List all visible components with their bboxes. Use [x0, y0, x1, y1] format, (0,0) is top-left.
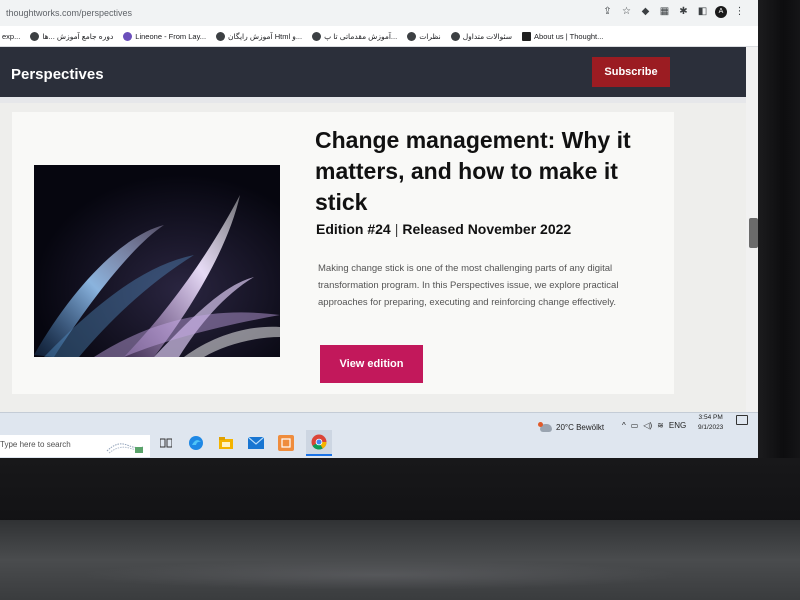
- weather-widget[interactable]: 20°C Bewölkt: [538, 421, 605, 432]
- site-title[interactable]: Perspectives: [11, 66, 104, 83]
- bookmark-item[interactable]: آموزش مقدماتی تا پ...: [312, 31, 398, 41]
- edge-browser-icon[interactable]: [186, 433, 206, 453]
- subscribe-button[interactable]: Subscribe: [592, 57, 670, 87]
- bookmark-label: آموزش مقدماتی تا پ...: [324, 31, 398, 41]
- language-indicator[interactable]: ENG: [669, 421, 686, 430]
- view-edition-button[interactable]: View edition: [320, 345, 423, 383]
- bookmark-label: Lineone - From Lay...: [135, 31, 207, 41]
- bookmark-label: آموزش رایگان Html و...: [228, 31, 303, 41]
- clock-date: 9/1/2023: [698, 424, 724, 431]
- edition-headline: Change management: Why it matters, and h…: [315, 127, 631, 215]
- weather-text: 20°C Bewölkt: [556, 423, 605, 432]
- bookmark-favicon-icon: [216, 31, 226, 41]
- edition-number: Edition #24: [316, 221, 391, 237]
- bookmark-favicon-icon: [450, 31, 460, 41]
- monitor-screen: thoughtworks.com/perspectives ⇪ ☆ ◆ ▦ ✱ …: [0, 0, 760, 458]
- bookmark-item[interactable]: سئوالات متداول: [450, 31, 513, 41]
- bookmark-label: نظرات: [419, 31, 441, 41]
- windows-taskbar: Type here to search 20°C Bewölkt ^ ▭ ◁) …: [0, 412, 760, 458]
- bookmark-favicon-icon: [407, 31, 417, 41]
- profile-avatar-icon[interactable]: A: [715, 5, 727, 18]
- hero-image: [34, 165, 280, 357]
- notification-icon[interactable]: [736, 415, 748, 425]
- system-tray: ^ ▭ ◁) ≋ ENG: [622, 421, 686, 430]
- site-header: Perspectives Subscribe: [0, 47, 746, 97]
- bookmark-item[interactable]: exp...: [2, 32, 20, 41]
- wifi-icon[interactable]: ≋: [657, 421, 664, 430]
- chevron-up-icon[interactable]: ^: [622, 421, 626, 430]
- cloud-weather-icon: [538, 421, 552, 432]
- app-launcher-icon[interactable]: [276, 433, 296, 453]
- edition-meta: Edition #24 | Released November 2022: [316, 221, 656, 237]
- star-icon[interactable]: ☆: [620, 5, 633, 18]
- bookmark-item[interactable]: Lineone - From Lay...: [123, 31, 207, 41]
- shield-extension-icon[interactable]: ◆: [639, 5, 652, 18]
- bookmark-item[interactable]: دوره جامع آموزش ...ها: [30, 31, 114, 41]
- bookmark-label: exp...: [2, 31, 21, 41]
- sidepanel-icon[interactable]: ◧: [696, 5, 709, 18]
- bookmark-item[interactable]: نظرات: [407, 31, 441, 41]
- task-view-icon[interactable]: [156, 433, 176, 453]
- battery-icon[interactable]: ▭: [631, 421, 639, 430]
- bookmark-label: دوره جامع آموزش ...ها: [42, 31, 114, 41]
- address-bar[interactable]: thoughtworks.com/perspectives ⇪ ☆ ◆ ▦ ✱ …: [0, 0, 760, 27]
- share-icon[interactable]: ⇪: [601, 5, 614, 18]
- url-text[interactable]: thoughtworks.com/perspectives: [6, 8, 132, 18]
- bookmark-favicon-icon: [30, 31, 40, 41]
- puzzle-icon[interactable]: ✱: [677, 5, 690, 18]
- search-highlight-icon: [106, 443, 144, 454]
- edition-separator: |: [394, 221, 399, 237]
- grid-extension-icon[interactable]: ▦: [658, 5, 671, 18]
- abstract-light-streaks-image: [34, 165, 280, 357]
- volume-icon[interactable]: ◁): [643, 421, 652, 430]
- bookmark-item[interactable]: آموزش رایگان Html و...: [216, 31, 303, 41]
- edition-description: Making change stick is one of the most c…: [318, 263, 619, 308]
- bookmarks-bar: exp... دوره جامع آموزش ...ها Lineone - F…: [0, 26, 760, 47]
- taskbar-search-placeholder: Type here to search: [0, 440, 71, 449]
- bookmark-label: سئوالات متداول: [462, 31, 513, 41]
- scrollbar-thumb[interactable]: [749, 218, 758, 248]
- mail-icon[interactable]: [246, 433, 266, 453]
- bookmark-item[interactable]: About us | Thought...: [522, 31, 604, 41]
- bookmark-label: About us | Thought...: [534, 31, 604, 41]
- menu-icon[interactable]: ⋮: [733, 5, 746, 18]
- taskbar-clock[interactable]: 3:54 PM 9/1/2023: [698, 413, 723, 433]
- bookmark-favicon-icon: [312, 31, 322, 41]
- chrome-icon[interactable]: [306, 430, 332, 456]
- address-bar-actions: ⇪ ☆ ◆ ▦ ✱ ◧ A ⋮: [601, 5, 746, 18]
- clock-time: 3:54 PM: [698, 414, 723, 421]
- bookmark-favicon-icon: [123, 31, 133, 41]
- desk-reflection: [80, 560, 680, 590]
- taskbar-pinned-apps: [156, 430, 332, 456]
- bookmark-favicon-icon: [522, 31, 532, 41]
- file-explorer-icon[interactable]: [216, 433, 236, 453]
- taskbar-search-box[interactable]: Type here to search: [0, 435, 150, 457]
- edition-release-date: Released November 2022: [402, 221, 572, 237]
